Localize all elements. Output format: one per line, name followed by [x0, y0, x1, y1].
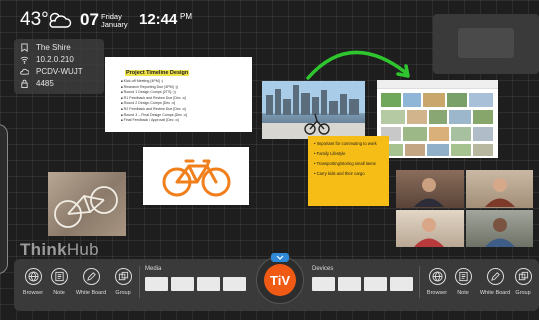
device-slot[interactable]: [364, 277, 387, 291]
media-slot[interactable]: [223, 277, 246, 291]
sticky-note[interactable]: Important for commuting to work Family L…: [308, 136, 389, 206]
toolbar-divider: [419, 266, 420, 298]
bicycle-photo-image: [54, 186, 118, 228]
partly-cloudy-icon: [49, 12, 72, 28]
chevron-down-icon: [276, 255, 284, 260]
globe-icon: [24, 268, 42, 285]
group-tool-right[interactable]: Group: [507, 268, 539, 296]
media-slot[interactable]: [171, 277, 194, 291]
location-label: The Shire: [36, 43, 71, 52]
document-item: Final Feedback / Approval [Dec :o]: [121, 118, 246, 124]
toolbar-divider: [139, 266, 140, 298]
note-tool-left[interactable]: Note: [43, 268, 75, 296]
pen-icon: [486, 268, 504, 285]
sticky-note-list: Important for commuting to work Family L…: [314, 141, 383, 176]
ip-address: 10.2.0.210: [36, 55, 74, 64]
device-slot[interactable]: [390, 277, 413, 291]
expand-tab[interactable]: [271, 253, 289, 262]
document-list: Kick-off Meeting [4PM] :) Research Repor…: [121, 79, 246, 124]
ip-row: 10.2.0.210: [20, 55, 74, 64]
document-title: Project Timeline Design: [125, 70, 190, 76]
note-tool-label: Note: [53, 290, 65, 296]
sticky-note-item: Transporting/storing small items: [314, 161, 383, 166]
note-tool-label: Note: [457, 290, 469, 296]
participant-avatar-icon: [414, 217, 444, 247]
temperature: 43°: [20, 9, 49, 30]
curved-arrow-icon: [306, 50, 410, 80]
device-code: PCDV-WUJT: [36, 67, 83, 76]
location-row: The Shire: [20, 43, 71, 52]
clock-ampm: PM: [180, 12, 192, 21]
video-conference-grid[interactable]: [396, 170, 533, 247]
pen-icon: [82, 268, 100, 285]
note-icon: [50, 268, 68, 285]
clock: 12:44: [139, 11, 178, 28]
date-weekday-month: Friday January: [101, 13, 128, 29]
media-label: Media: [145, 266, 162, 272]
group-tool-label: Group: [515, 290, 531, 296]
browser-window[interactable]: [377, 80, 498, 158]
document-card[interactable]: Project Timeline Design Kick-off Meeting…: [105, 57, 252, 132]
sticky-note-item: Family Lifestyle: [314, 151, 383, 156]
participant-video: [396, 209, 464, 247]
sticky-note-item: Important for commuting to work: [314, 141, 383, 146]
month: January: [101, 20, 128, 29]
participant-video: [465, 170, 533, 208]
lock-icon: [21, 79, 28, 88]
cloud-icon: [20, 68, 29, 75]
bicycle-photo[interactable]: [48, 172, 126, 236]
city-skyline-image: [262, 85, 365, 139]
devices-label: Devices: [312, 266, 334, 272]
group-icon: [114, 268, 132, 285]
participant-avatar-icon: [414, 178, 444, 207]
image-search-results: [381, 93, 493, 156]
preview-window-screen: [458, 28, 514, 58]
globe-icon: [428, 268, 446, 285]
participant-avatar-icon: [484, 217, 515, 247]
wifi-icon: [20, 56, 29, 64]
date-day: 07: [80, 10, 99, 29]
whiteboard-tool-label: White Board: [75, 290, 107, 296]
city-cyclist-photo[interactable]: [262, 81, 365, 139]
whiteboard-tool-left[interactable]: White Board: [75, 268, 107, 296]
side-drawer-handle[interactable]: [0, 124, 8, 274]
location-icon: [21, 43, 28, 52]
participant-avatar-icon: [484, 178, 515, 207]
device-slot[interactable]: [338, 277, 361, 291]
tiv-logo-button[interactable]: TiV: [264, 264, 296, 296]
media-slot[interactable]: [145, 277, 168, 291]
participant-video: [396, 170, 464, 208]
note-tool-right[interactable]: Note: [447, 268, 479, 296]
group-tool-left[interactable]: Group: [107, 268, 139, 296]
participant-video: [465, 209, 533, 247]
browser-toolbar: [377, 80, 498, 89]
device-code-row: PCDV-WUJT: [20, 67, 83, 76]
room-info-panel: The Shire 10.2.0.210 PCDV-WUJT 4485: [14, 39, 104, 94]
bicycle-icon: [162, 159, 231, 197]
device-slot[interactable]: [312, 277, 335, 291]
pin-code: 4485: [36, 79, 54, 88]
group-icon: [514, 268, 532, 285]
media-slot[interactable]: [197, 277, 220, 291]
thinkhub-logo: ThinkHub: [20, 240, 99, 259]
sticky-note-item: Carry kids and their cargo: [314, 171, 383, 176]
note-icon: [454, 268, 472, 285]
group-tool-label: Group: [115, 290, 131, 296]
pin-row: 4485: [20, 79, 54, 88]
bicycle-icon-card[interactable]: [143, 147, 249, 205]
